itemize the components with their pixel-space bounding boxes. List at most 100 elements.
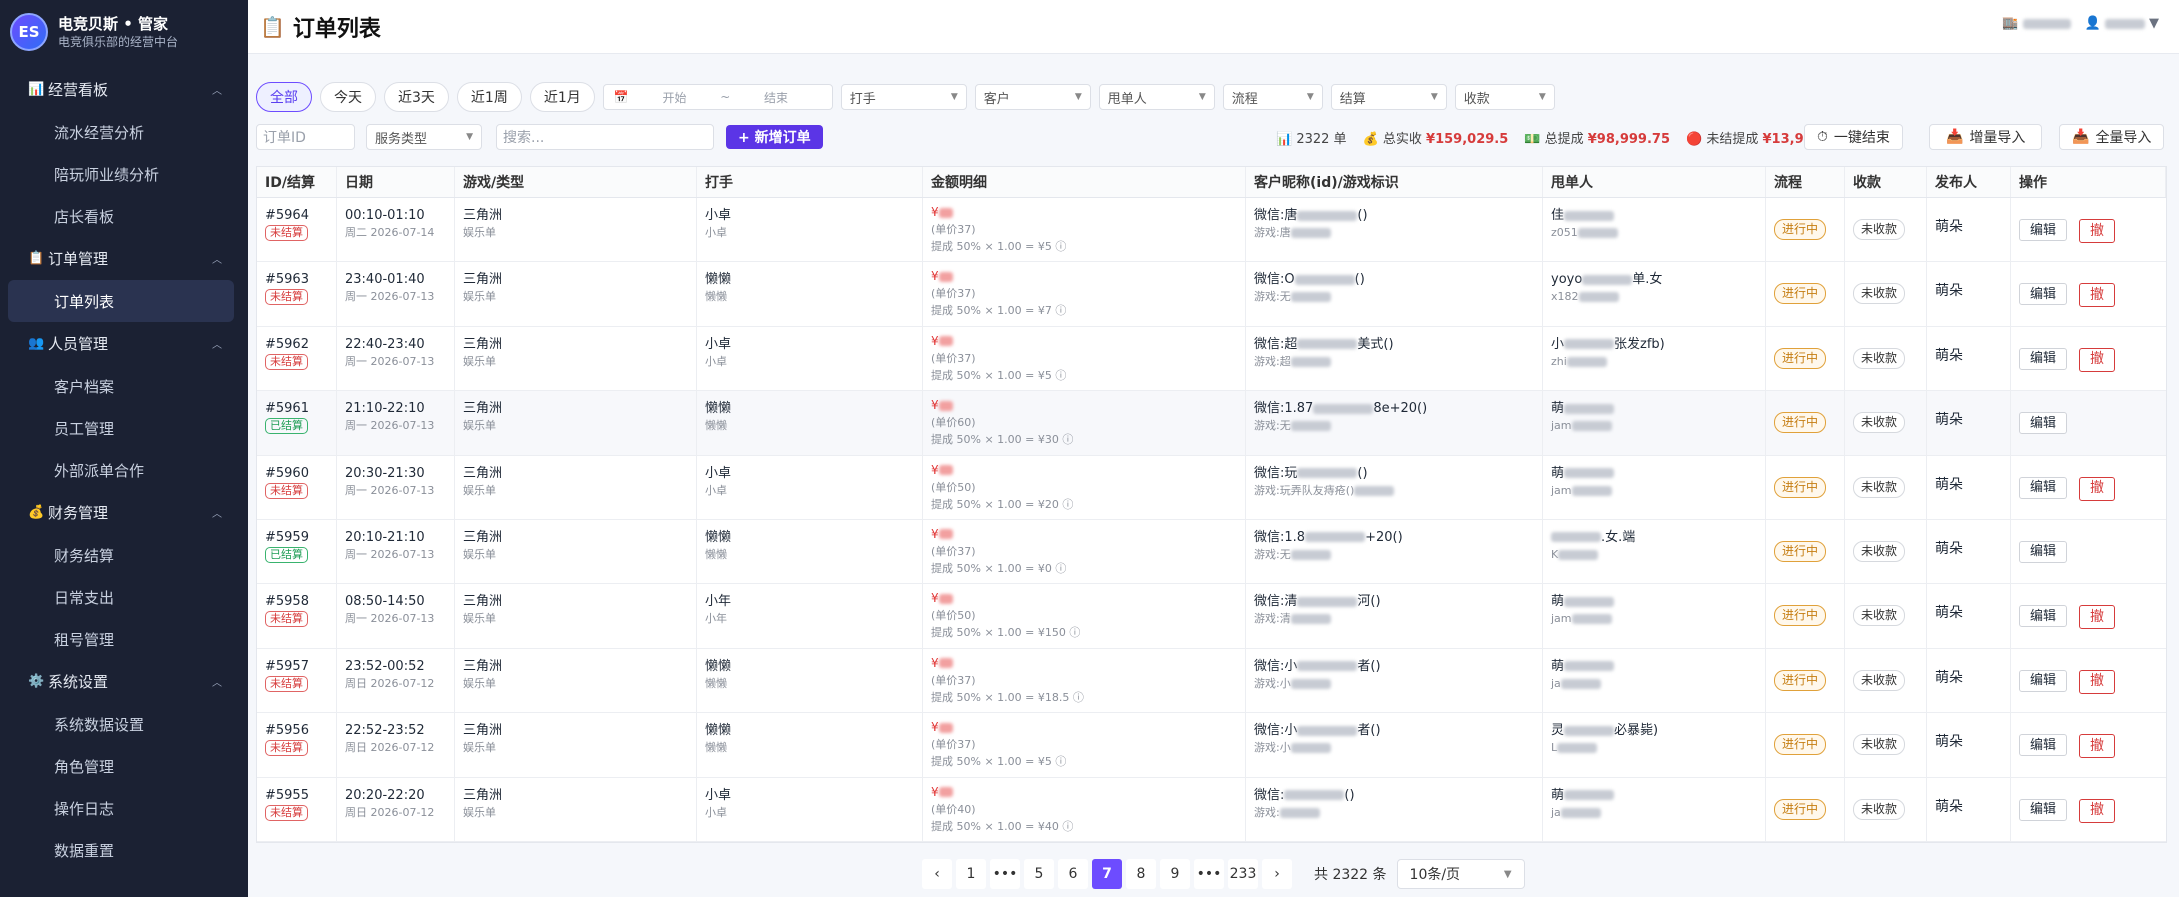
sidebar-item[interactable]: 外部派单合作 <box>0 449 248 491</box>
table-row[interactable]: #5959 已结算 20:10-21:10 周一 2026-07-13 三角洲 娱乐单… <box>257 519 2166 585</box>
page-button[interactable]: 9 <box>1160 859 1190 889</box>
column-header: 流程 <box>1766 167 1845 197</box>
user-area[interactable]: 🏬 👤 ▼ <box>2002 16 2159 31</box>
filter-select[interactable]: 客户 ▼ <box>974 84 1091 110</box>
player-sub: 小卓 <box>705 805 727 819</box>
sl-id: jam <box>1551 417 1757 434</box>
sidebar-item[interactable]: 角色管理 <box>0 745 248 787</box>
sidebar-item[interactable]: 财务结算 <box>0 534 248 576</box>
revoke-button[interactable]: 撤 <box>2079 734 2116 759</box>
edit-button[interactable]: 编辑 <box>2019 476 2068 499</box>
edit-button[interactable]: 编辑 <box>2019 283 2068 306</box>
revoke-button[interactable]: 撤 <box>2079 798 2116 823</box>
edit-button[interactable]: 编辑 <box>2019 605 2068 628</box>
sidebar-item[interactable]: 数据重置 <box>0 829 248 871</box>
player-name: 懒懒 <box>705 401 732 417</box>
sidebar-group-2[interactable]: 👥 人员管理 ︿ <box>0 322 248 365</box>
sidebar-item[interactable]: 员工管理 <box>0 407 248 449</box>
sidebar-item[interactable]: 订单列表 <box>8 280 234 322</box>
edit-button[interactable]: 编辑 <box>2019 734 2068 757</box>
sidebar-item[interactable]: 流水经营分析 <box>0 111 248 153</box>
amount: ¥ <box>931 268 1237 285</box>
sidebar-group-3[interactable]: 💰 财务管理 ︿ <box>0 491 248 534</box>
table-row[interactable]: #5958 未结算 08:50-14:50 周一 2026-07-13 三角洲 娱乐单… <box>257 584 2166 649</box>
revoke-button[interactable]: 撤 <box>2079 605 2116 630</box>
page-button[interactable]: 8 <box>1126 859 1156 889</box>
revoke-button[interactable]: 撤 <box>2079 283 2116 308</box>
chevron-up-icon: ︿ <box>212 86 222 97</box>
order-count: 📊 2322 单 <box>1276 131 1347 147</box>
sidebar-item[interactable]: 操作日志 <box>0 787 248 829</box>
sidebar-item[interactable]: 租号管理 <box>0 618 248 660</box>
filter-chip[interactable]: 今天 <box>320 82 376 112</box>
table-row[interactable]: #5961 已结算 21:10-22:10 周一 2026-07-13 三角洲 娱乐单… <box>257 391 2166 456</box>
publisher: 萌朵 <box>1935 798 1963 815</box>
table-row[interactable]: #5964 未结算 00:10-01:10 周二 2026-07-14 三角洲 娱乐单… <box>257 198 2166 263</box>
add-order-button[interactable]: + 新增订单 <box>726 125 823 149</box>
sidebar-group-0[interactable]: 📊 经营看板 ︿ <box>0 68 248 111</box>
filter-select[interactable]: 结算 ▼ <box>1330 84 1447 110</box>
table-row[interactable]: #5956 未结算 22:52-23:52 周日 2026-07-12 三角洲 娱乐单… <box>257 713 2166 778</box>
page-button[interactable]: 5 <box>1024 859 1054 889</box>
edit-button[interactable]: 编辑 <box>2019 219 2068 241</box>
chevron-down-icon: ▼ <box>950 92 958 102</box>
revoke-button[interactable]: 撤 <box>2079 669 2116 694</box>
flow-badge: 进行中 <box>1774 347 1827 369</box>
edit-button[interactable]: 编辑 <box>2019 669 2068 692</box>
page-button[interactable]: 6 <box>1058 859 1088 889</box>
page-button[interactable]: 1 <box>956 859 986 889</box>
sidebar-group-4[interactable]: ⚙️ 系统设置 ︿ <box>0 660 248 703</box>
service-type-select[interactable]: 服务类型 ▼ <box>366 124 482 150</box>
edit-button[interactable]: 编辑 <box>2019 798 2068 821</box>
table-row[interactable]: #5955 未结算 20:20-22:20 周日 2026-07-12 三角洲 娱乐单… <box>257 777 2166 842</box>
sidebar-item[interactable]: 店长看板 <box>0 195 248 237</box>
people-icon: 👥 <box>28 336 45 351</box>
sidebar-group-1[interactable]: 📋 订单管理 ︿ <box>0 237 248 280</box>
page-button[interactable]: 233 <box>1228 859 1258 889</box>
sidebar-item[interactable]: 系统数据设置 <box>0 703 248 745</box>
filter-select[interactable]: 收款 ▼ <box>1454 84 1555 110</box>
store-icon[interactable]: 🏬 <box>2002 16 2071 31</box>
user-icon[interactable]: 👤 ▼ <box>2085 16 2159 31</box>
full-import-button[interactable]: 📥 全量导入 <box>2059 124 2165 150</box>
filter-chip[interactable]: 近1月 <box>529 82 595 112</box>
settle-badge: 未结算 <box>265 804 308 821</box>
player-name: 懒懒 <box>705 723 732 739</box>
filter-select[interactable]: 流程 ▼ <box>1222 84 1323 110</box>
edit-button[interactable]: 编辑 <box>2019 412 2068 435</box>
table-row[interactable]: #5963 未结算 23:40-01:40 周一 2026-07-13 三角洲 娱乐单… <box>257 262 2166 327</box>
edit-button[interactable]: 编辑 <box>2019 347 2068 370</box>
edit-button[interactable]: 编辑 <box>2019 540 2068 563</box>
finish-all-button[interactable]: ⏱ 一键结束 <box>1804 124 1903 150</box>
incremental-import-button[interactable]: 📥 增量导入 <box>1929 124 2043 150</box>
prev-page-button[interactable]: ‹ <box>922 859 952 889</box>
filter-chip[interactable]: 近1周 <box>456 82 522 112</box>
search-input[interactable]: 搜索... <box>496 124 714 150</box>
order-id-input[interactable]: 订单ID <box>256 124 355 150</box>
sidebar-item[interactable]: 日常支出 <box>0 576 248 618</box>
revoke-button[interactable]: 撤 <box>2079 476 2116 501</box>
game-name: 三角洲 <box>463 208 503 223</box>
sidebar-item[interactable]: 陪玩师业绩分析 <box>0 153 248 195</box>
filter-chip[interactable]: 近3天 <box>384 82 449 112</box>
page-button[interactable]: ••• <box>990 859 1020 889</box>
column-header: 金额明细 <box>923 167 1246 197</box>
publisher: 萌朵 <box>1935 669 1963 686</box>
filter-chip[interactable]: 全部 <box>256 82 312 112</box>
filter-select[interactable]: 打手 ▼ <box>840 84 967 110</box>
revoke-button[interactable]: 撤 <box>2079 347 2116 372</box>
sidebar-item[interactable]: 客户档案 <box>0 365 248 407</box>
page-button[interactable]: 7 <box>1092 859 1122 889</box>
info-icon: ⓘ <box>1062 433 1074 447</box>
red-dot-icon: 🔴 <box>1686 131 1703 147</box>
table-row[interactable]: #5960 未结算 20:30-21:30 周一 2026-07-13 三角洲 娱乐单… <box>257 455 2166 520</box>
table-row[interactable]: #5962 未结算 22:40-23:40 周一 2026-07-13 三角洲 娱乐单… <box>257 326 2166 392</box>
date-range-picker[interactable]: 📅 开始 ~ 结束 <box>602 84 833 110</box>
next-page-button[interactable]: › <box>1262 859 1292 889</box>
column-header: 甩单人 <box>1543 167 1766 197</box>
revoke-button[interactable]: 撤 <box>2079 219 2116 243</box>
filter-select[interactable]: 甩单人 ▼ <box>1098 84 1215 110</box>
page-size-select[interactable]: 10条/页 ▼ <box>1396 859 1525 889</box>
page-button[interactable]: ••• <box>1194 859 1224 889</box>
table-row[interactable]: #5957 未结算 23:52-00:52 周日 2026-07-12 三角洲 娱乐单… <box>257 648 2166 714</box>
